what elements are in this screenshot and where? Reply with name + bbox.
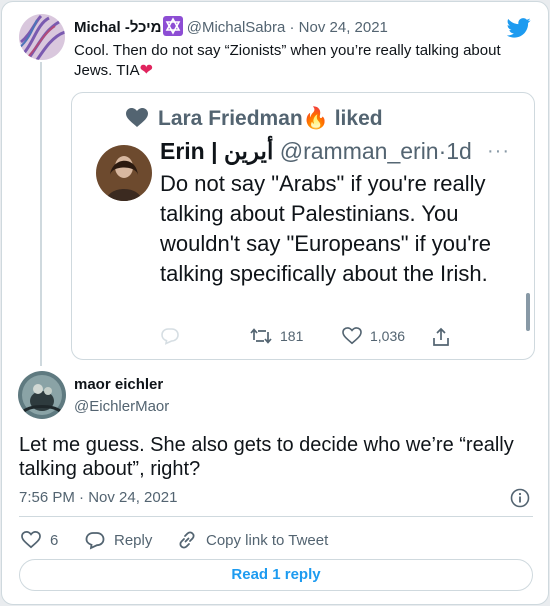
main-tweet-text: Let me guess. She also gets to decide wh… (19, 434, 514, 480)
main-timestamp[interactable]: 7:56 PM · Nov 24, 2021 (19, 489, 177, 506)
embedded-retweet-count: 181 (280, 328, 304, 344)
reply-icon (161, 328, 179, 345)
avatar-maor[interactable] (18, 371, 66, 419)
embedded-like-count: 1,036 (370, 328, 406, 344)
embedded-tweet-image[interactable]: Lara Friedman🔥 liked Erin | أيرين @ramma… (71, 92, 535, 360)
embedded-author-handle: @ramman_erin (279, 138, 439, 164)
parent-separator: · (289, 19, 295, 36)
share-icon (433, 327, 449, 346)
embedded-reply (160, 327, 180, 345)
main-author-handle[interactable]: @EichlerMaor (74, 398, 169, 415)
embedded-age: 1d (446, 138, 472, 164)
parent-tweet-header: Michal -מיכל✡ @MichalSabra · Nov 24, 202… (74, 16, 388, 36)
more-options-icon: ··· (487, 140, 510, 162)
parent-tweet-text: Cool. Then do not say “Zionists” when yo… (74, 41, 514, 81)
parent-tweet-body: Cool. Then do not say “Zionists” when yo… (74, 42, 501, 79)
reply-label: Reply (114, 531, 153, 549)
link-icon (179, 531, 195, 549)
main-author-name[interactable]: maor eichler (74, 376, 163, 393)
parent-author-name[interactable]: Michal -מיכל (74, 19, 162, 36)
liked-by-row: Lara Friedman🔥 liked (126, 107, 383, 131)
copy-link-label: Copy link to Tweet (206, 531, 329, 549)
info-icon[interactable] (510, 488, 530, 508)
heart-emoji: ❤ (139, 62, 153, 79)
reply-button[interactable]: Reply (85, 528, 152, 552)
heart-icon (21, 531, 41, 549)
embedded-author-name: Erin | أيرين (160, 138, 274, 164)
avatar-erin (96, 145, 152, 201)
heart-icon (126, 108, 148, 127)
main-actions: 6 Reply Copy link to Tweet (19, 528, 533, 552)
liked-word: liked (334, 107, 383, 130)
embedded-share (432, 327, 450, 347)
embedded-actions: 181 1,036 (160, 327, 460, 351)
like-count: 6 (50, 531, 59, 549)
tweet-card: Michal -מיכל✡ @MichalSabra · Nov 24, 202… (1, 1, 549, 605)
divider (19, 516, 533, 517)
thread-line (40, 62, 42, 366)
retweet-icon (250, 328, 272, 344)
reply-icon (85, 531, 105, 550)
star-of-david-icon: ✡ (162, 16, 183, 36)
scrollbar-thumb (526, 293, 530, 331)
parent-author-handle[interactable]: @MichalSabra (187, 19, 286, 36)
like-button[interactable]: 6 (21, 528, 58, 552)
parent-date[interactable]: Nov 24, 2021 (299, 19, 388, 36)
embedded-author-header: Erin | أيرين @ramman_erin·1d (160, 138, 472, 165)
heart-icon (342, 327, 362, 345)
avatar-michal[interactable] (19, 14, 65, 60)
read-replies-button[interactable]: Read 1 reply (19, 559, 533, 591)
embedded-tweet-text: Do not say "Arabs" if you're really talk… (160, 171, 491, 286)
fire-emoji: 🔥 (302, 107, 329, 130)
embedded-like: 1,036 (342, 327, 405, 345)
embedded-retweet: 181 (250, 327, 303, 345)
copy-link-button[interactable]: Copy link to Tweet (177, 528, 328, 552)
liked-by-name: Lara Friedman (158, 107, 303, 130)
twitter-bird-icon[interactable] (507, 18, 531, 38)
